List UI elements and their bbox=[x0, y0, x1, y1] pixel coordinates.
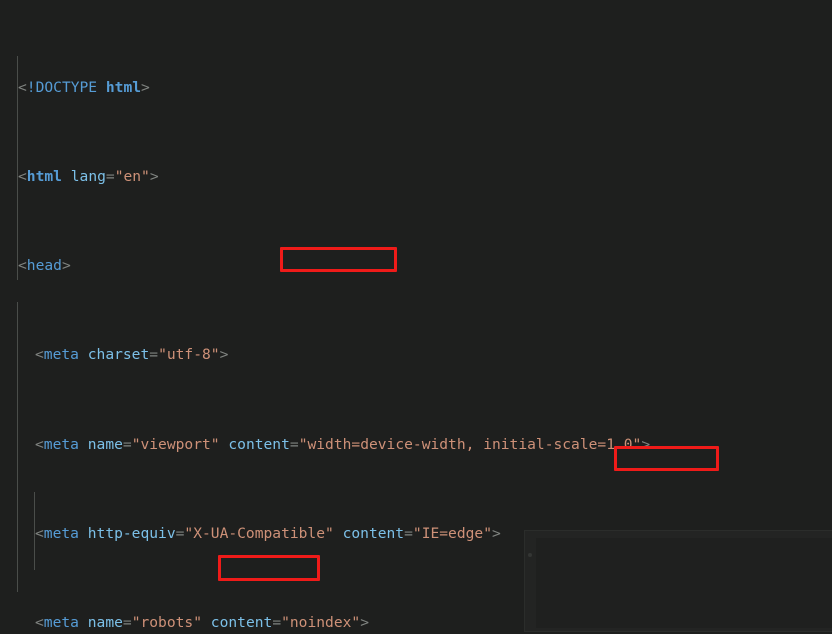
token-tag-html: html bbox=[105, 78, 142, 96]
token-string-charset: "utf-8" bbox=[158, 346, 220, 364]
token-equals: = bbox=[289, 435, 299, 453]
token-string-robots: "robots" bbox=[131, 614, 202, 632]
token-punct: > bbox=[61, 257, 71, 275]
token-string-ie-edge: "IE=edge" bbox=[412, 524, 492, 542]
token-tag-head: head bbox=[26, 257, 62, 275]
token-attr-name: name bbox=[87, 435, 123, 453]
code-editor-screenshot: <!DOCTYPE html> <html lang="en"> <head> … bbox=[0, 0, 832, 634]
code-line-2: <html lang="en"> bbox=[0, 166, 832, 188]
token-attr-content: content bbox=[342, 524, 405, 542]
token-punct: < bbox=[35, 346, 44, 364]
token-punct: < bbox=[35, 435, 44, 453]
token-punct: > bbox=[360, 614, 369, 632]
token-punct: > bbox=[641, 435, 651, 453]
token-string-noindex: "noindex" bbox=[281, 614, 361, 632]
token-string-viewport-content: "width=device-width, initial-scale=1.0" bbox=[298, 435, 642, 453]
token-string-xua: "X-UA-Compatible" bbox=[184, 524, 334, 542]
token-punct: > bbox=[219, 346, 229, 364]
token-equals: = bbox=[105, 168, 115, 186]
token-tag-meta: meta bbox=[43, 524, 79, 542]
code-line-4: <meta charset="utf-8"> bbox=[0, 344, 832, 366]
token-string-viewport: "viewport" bbox=[131, 435, 220, 453]
code-line-5: <meta name="viewport" content="width=dev… bbox=[0, 434, 832, 456]
token-punct: > bbox=[149, 168, 159, 186]
token-doctype: !DOCTYPE bbox=[26, 78, 106, 96]
token-attr-lang: lang bbox=[70, 168, 106, 186]
code-line-1: <!DOCTYPE html> bbox=[0, 77, 832, 99]
token-equals: = bbox=[272, 614, 282, 632]
token-equals: = bbox=[122, 435, 132, 453]
suggestion-panel[interactable] bbox=[524, 530, 832, 632]
token-equals: = bbox=[122, 614, 132, 632]
token-punct: < bbox=[18, 257, 27, 275]
token-punct: < bbox=[35, 614, 44, 632]
token-punct: > bbox=[141, 78, 150, 96]
token-tag-html: html bbox=[26, 168, 62, 186]
token-attr-content: content bbox=[210, 614, 273, 632]
token-punct: < bbox=[35, 524, 44, 542]
token-tag-meta: meta bbox=[43, 346, 79, 364]
token-attr-http-equiv: http-equiv bbox=[87, 524, 176, 542]
token-tag-meta: meta bbox=[43, 435, 79, 453]
token-string-en: "en" bbox=[114, 168, 150, 186]
code-line-3: <head> bbox=[0, 255, 832, 277]
token-tag-meta: meta bbox=[43, 614, 79, 632]
token-attr-charset: charset bbox=[87, 346, 150, 364]
token-punct: < bbox=[18, 78, 27, 96]
token-punct: < bbox=[18, 168, 27, 186]
token-equals: = bbox=[149, 346, 159, 364]
suggestion-panel-body bbox=[536, 538, 832, 628]
token-attr-name: name bbox=[87, 614, 123, 632]
token-attr-content: content bbox=[228, 435, 290, 453]
token-punct: > bbox=[491, 524, 501, 542]
token-equals: = bbox=[404, 524, 413, 542]
suggestion-panel-marker-icon bbox=[528, 553, 532, 557]
